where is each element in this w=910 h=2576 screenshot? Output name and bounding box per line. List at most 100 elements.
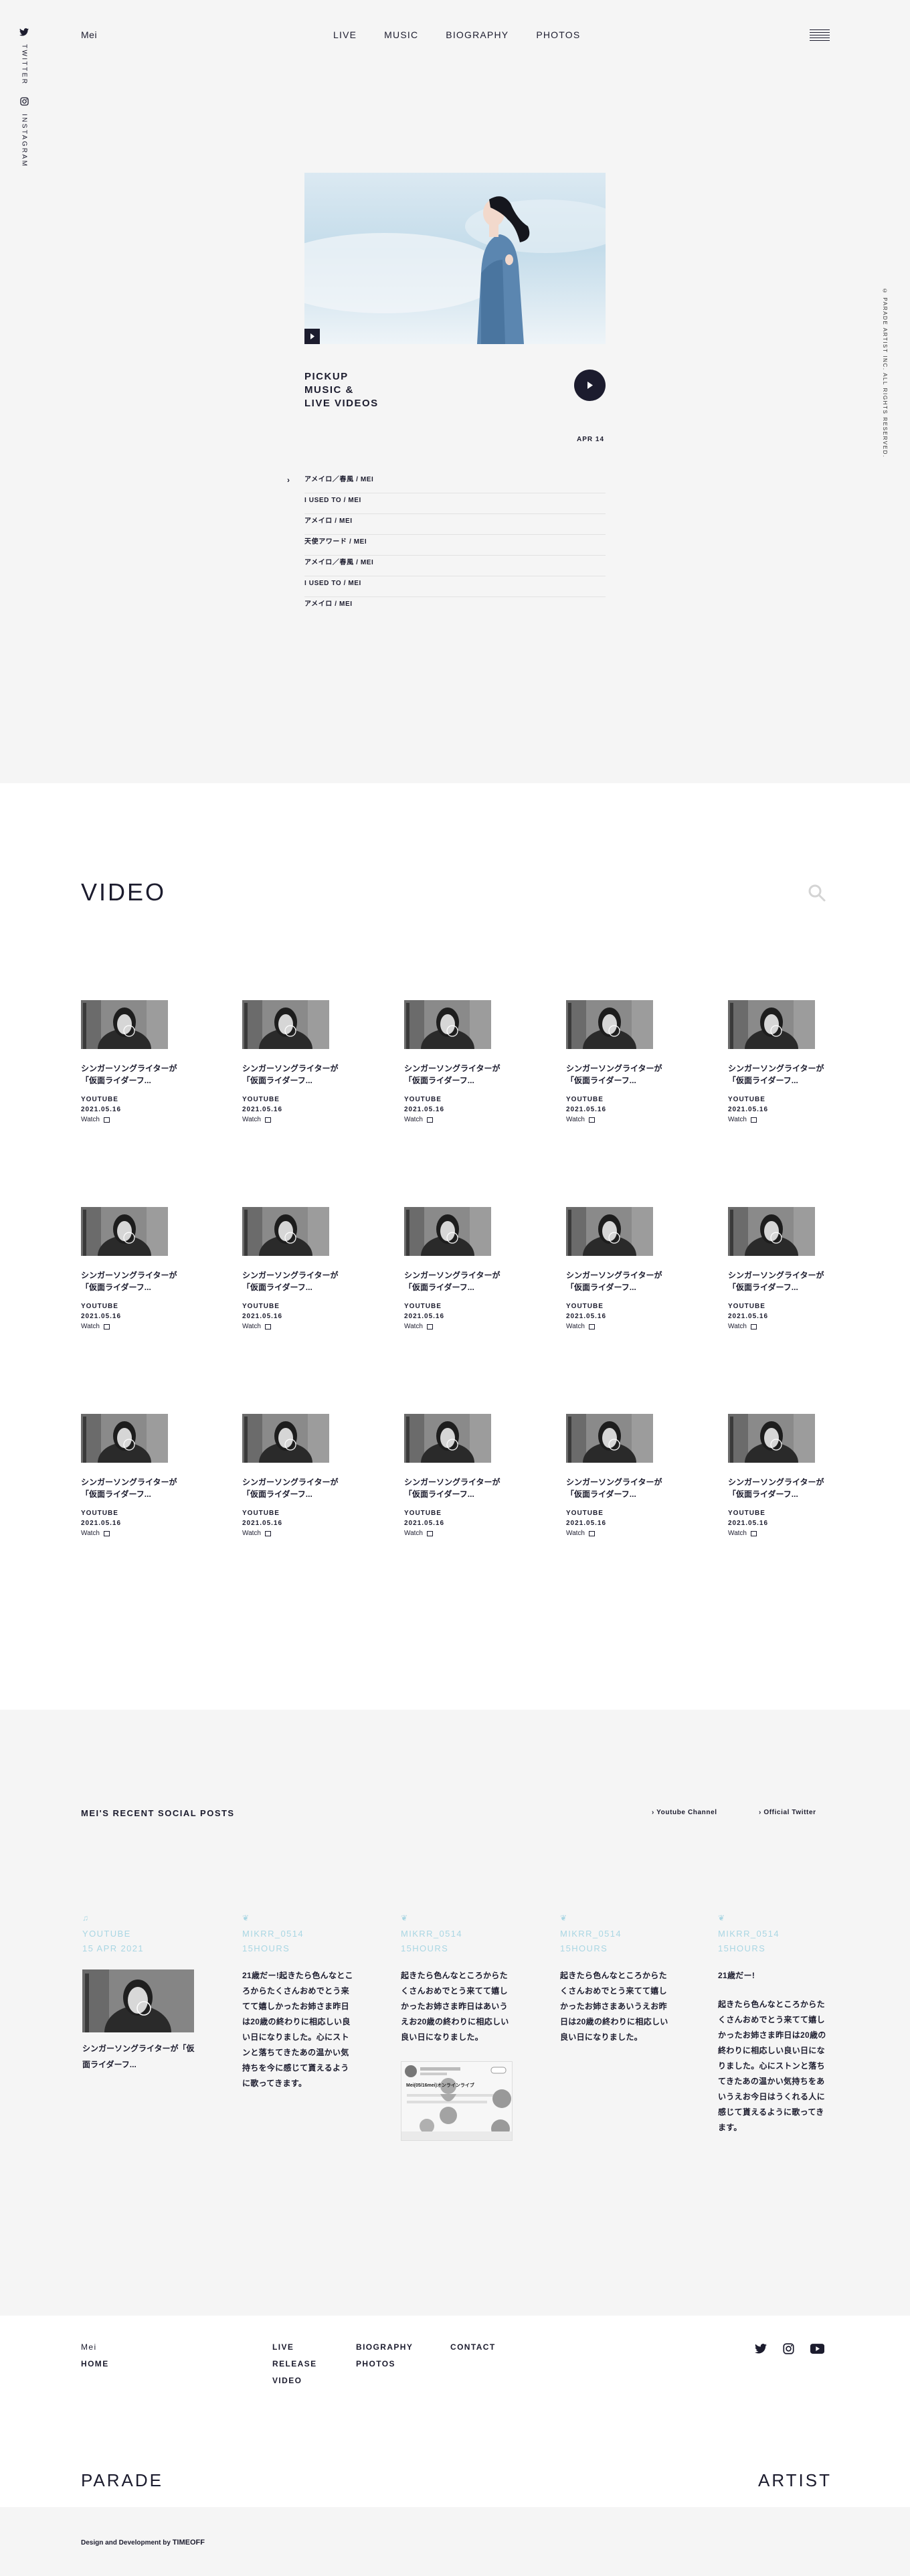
footer-link-contact[interactable]: CONTACT <box>450 2339 496 2356</box>
footer-link-photos[interactable]: PHOTOS <box>356 2356 413 2372</box>
track-item[interactable]: アメイロ / MEI <box>304 514 606 535</box>
footer-link-mei[interactable]: Mei <box>81 2339 109 2356</box>
side-link-twitter[interactable]: TWITTER <box>21 44 28 85</box>
watch-link[interactable]: Watch <box>566 1528 666 1538</box>
video-card[interactable]: シンガーソングライターが「仮面ライダーフ... YOUTUBE 2021.05.16… <box>81 1414 181 1538</box>
hero-photo[interactable] <box>304 173 606 344</box>
watch-link[interactable]: Watch <box>242 1321 343 1332</box>
video-thumbnail[interactable] <box>242 1000 329 1049</box>
track-item[interactable]: › アメイロ／春風 / MEI <box>287 473 606 493</box>
watch-link[interactable]: Watch <box>404 1115 505 1125</box>
design-credit-link[interactable]: TIMEOFF <box>173 2539 205 2547</box>
video-thumbnail[interactable] <box>404 1414 491 1463</box>
video-title[interactable]: シンガーソングライターが「仮面ライダーフ... <box>728 1062 828 1086</box>
post-video-thumbnail[interactable] <box>82 1969 194 2032</box>
nav-music[interactable]: MUSIC <box>384 29 418 40</box>
track-item[interactable]: 天使アワード / MEI <box>304 535 606 556</box>
video-card[interactable]: シンガーソングライターが「仮面ライダーフ... YOUTUBE 2021.05.16… <box>242 1414 343 1538</box>
watch-link[interactable]: Watch <box>81 1321 181 1332</box>
twitter-icon[interactable] <box>19 28 29 36</box>
watch-link[interactable]: Watch <box>728 1115 828 1125</box>
video-title[interactable]: シンガーソングライターが「仮面ライダーフ... <box>81 1062 181 1086</box>
video-thumbnail[interactable] <box>81 1207 168 1256</box>
video-thumbnail[interactable] <box>404 1207 491 1256</box>
track-item[interactable]: アメイロ / MEI <box>304 597 606 617</box>
watch-link[interactable]: Watch <box>566 1321 666 1332</box>
footer-link-release[interactable]: RELEASE <box>272 2356 316 2372</box>
video-card[interactable]: シンガーソングライターが「仮面ライダーフ... YOUTUBE 2021.05.16… <box>404 1207 505 1332</box>
video-thumbnail[interactable] <box>728 1207 815 1256</box>
video-thumbnail[interactable] <box>566 1000 653 1049</box>
video-title[interactable]: シンガーソングライターが「仮面ライダーフ... <box>81 1269 181 1293</box>
instagram-icon[interactable] <box>783 2343 794 2354</box>
video-thumbnail[interactable] <box>81 1414 168 1463</box>
nav-photos[interactable]: PHOTOS <box>536 29 580 40</box>
watch-link[interactable]: Watch <box>81 1115 181 1125</box>
footer-link-home[interactable]: HOME <box>81 2356 109 2372</box>
social-post-twitter[interactable]: ❦ MIKRR_0514 15HOURS 起きたら色んなところからたくさんおめで… <box>401 1913 515 2141</box>
track-item[interactable]: I USED TO / MEI <box>304 493 606 514</box>
video-thumbnail[interactable] <box>242 1414 329 1463</box>
side-link-instagram[interactable]: INSTAGRAM <box>21 114 28 167</box>
footer-link-live[interactable]: LIVE <box>272 2339 316 2356</box>
watch-link[interactable]: Watch <box>404 1528 505 1538</box>
watch-link[interactable]: Watch <box>404 1321 505 1332</box>
video-card[interactable]: シンガーソングライターが「仮面ライダーフ... YOUTUBE 2021.05.16… <box>404 1000 505 1125</box>
video-title[interactable]: シンガーソングライターが「仮面ライダーフ... <box>242 1269 343 1293</box>
instagram-icon[interactable] <box>19 97 29 106</box>
post-attached-image[interactable]: Mei(05/16mei)オンラインライブ <box>401 2061 513 2141</box>
youtube-icon[interactable] <box>810 2344 824 2354</box>
video-card[interactable]: シンガーソングライターが「仮面ライダーフ... YOUTUBE 2021.05.16… <box>566 1000 666 1125</box>
watch-link[interactable]: Watch <box>242 1528 343 1538</box>
video-card[interactable]: シンガーソングライターが「仮面ライダーフ... YOUTUBE 2021.05.16… <box>566 1414 666 1538</box>
video-title[interactable]: シンガーソングライターが「仮面ライダーフ... <box>404 1476 505 1500</box>
watch-link[interactable]: Watch <box>728 1528 828 1538</box>
hamburger-icon[interactable] <box>810 29 830 41</box>
nav-live[interactable]: LIVE <box>333 29 357 40</box>
social-post-youtube[interactable]: ♫ YOUTUBE 15 APR 2021 シンガーソングライターが「仮面ライダ… <box>82 1913 196 2073</box>
video-title[interactable]: シンガーソングライターが「仮面ライダーフ... <box>728 1269 828 1293</box>
video-title[interactable]: シンガーソングライターが「仮面ライダーフ... <box>81 1476 181 1500</box>
header-brand[interactable]: Mei <box>81 29 97 40</box>
youtube-channel-link[interactable]: › Youtube Channel <box>652 1809 717 1816</box>
nav-biography[interactable]: BIOGRAPHY <box>446 29 509 40</box>
video-card[interactable]: シンガーソングライターが「仮面ライダーフ... YOUTUBE 2021.05.16… <box>566 1207 666 1332</box>
video-title[interactable]: シンガーソングライターが「仮面ライダーフ... <box>566 1476 666 1500</box>
social-post-twitter[interactable]: ❦ MIKRR_0514 15HOURS 起きたら色んなところからたくさんおめで… <box>560 1913 674 2045</box>
video-title[interactable]: シンガーソングライターが「仮面ライダーフ... <box>728 1476 828 1500</box>
video-card[interactable]: シンガーソングライターが「仮面ライダーフ... YOUTUBE 2021.05.16… <box>404 1414 505 1538</box>
footer-link-video[interactable]: VIDEO <box>272 2372 316 2389</box>
video-title[interactable]: シンガーソングライターが「仮面ライダーフ... <box>242 1062 343 1086</box>
video-card[interactable]: シンガーソングライターが「仮面ライダーフ... YOUTUBE 2021.05.16… <box>728 1414 828 1538</box>
watch-link[interactable]: Watch <box>728 1321 828 1332</box>
video-thumbnail[interactable] <box>404 1000 491 1049</box>
watch-link[interactable]: Watch <box>242 1115 343 1125</box>
video-title[interactable]: シンガーソングライターが「仮面ライダーフ... <box>404 1269 505 1293</box>
video-title[interactable]: シンガーソングライターが「仮面ライダーフ... <box>566 1269 666 1293</box>
official-twitter-link[interactable]: › Official Twitter <box>759 1809 816 1816</box>
watch-link[interactable]: Watch <box>566 1115 666 1125</box>
video-title[interactable]: シンガーソングライターが「仮面ライダーフ... <box>242 1476 343 1500</box>
video-card[interactable]: シンガーソングライターが「仮面ライダーフ... YOUTUBE 2021.05.16… <box>242 1207 343 1332</box>
video-title[interactable]: シンガーソングライターが「仮面ライダーフ... <box>404 1062 505 1086</box>
video-thumbnail[interactable] <box>728 1000 815 1049</box>
social-post-twitter[interactable]: ❦ MIKRR_0514 15HOURS 21歳だー! 起きたら色んなところから… <box>718 1913 832 2136</box>
video-thumbnail[interactable] <box>728 1414 815 1463</box>
video-thumbnail[interactable] <box>242 1207 329 1256</box>
video-title[interactable]: シンガーソングライターが「仮面ライダーフ... <box>566 1062 666 1086</box>
track-item[interactable]: アメイロ／春風 / MEI <box>304 556 606 576</box>
video-thumbnail[interactable] <box>566 1207 653 1256</box>
track-item[interactable]: I USED TO / MEI <box>304 576 606 597</box>
search-icon[interactable] <box>806 882 828 904</box>
social-post-twitter[interactable]: ❦ MIKRR_0514 15HOURS 21歳だー!起きたら色んなところからた… <box>242 1913 356 2091</box>
twitter-icon[interactable] <box>755 2344 767 2354</box>
video-card[interactable]: シンガーソングライターが「仮面ライダーフ... YOUTUBE 2021.05.16… <box>242 1000 343 1125</box>
video-thumbnail[interactable] <box>81 1000 168 1049</box>
video-card[interactable]: シンガーソングライターが「仮面ライダーフ... YOUTUBE 2021.05.16… <box>81 1000 181 1125</box>
video-card[interactable]: シンガーソングライターが「仮面ライダーフ... YOUTUBE 2021.05.16… <box>728 1000 828 1125</box>
video-card[interactable]: シンガーソングライターが「仮面ライダーフ... YOUTUBE 2021.05.16… <box>728 1207 828 1332</box>
watch-link[interactable]: Watch <box>81 1528 181 1538</box>
video-thumbnail[interactable] <box>566 1414 653 1463</box>
footer-link-biography[interactable]: BIOGRAPHY <box>356 2339 413 2356</box>
play-button[interactable] <box>574 370 606 401</box>
